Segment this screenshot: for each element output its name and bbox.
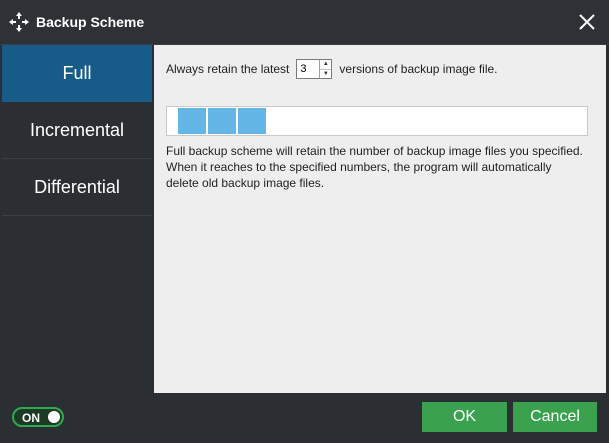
retain-count-value[interactable]: 3 bbox=[297, 60, 319, 78]
window-title: Backup Scheme bbox=[36, 14, 145, 30]
retained-versions-bar bbox=[166, 106, 588, 136]
retained-version-segment bbox=[178, 108, 206, 134]
toggle-knob bbox=[48, 411, 60, 423]
sidebar-item-differential[interactable]: Differential bbox=[2, 159, 152, 216]
retain-versions-row: Always retain the latest 3 ▲ ▼ versions … bbox=[166, 59, 498, 79]
retain-suffix-text: versions of backup image file. bbox=[339, 62, 498, 76]
backup-scheme-arrows-icon bbox=[9, 12, 29, 32]
scheme-sidebar: Full Incremental Differential bbox=[0, 45, 154, 393]
spinner-down-arrow-icon[interactable]: ▼ bbox=[320, 70, 331, 79]
scheme-content-panel: Always retain the latest 3 ▲ ▼ versions … bbox=[154, 45, 606, 393]
sidebar-item-incremental[interactable]: Incremental bbox=[2, 102, 152, 159]
cancel-button[interactable]: Cancel bbox=[513, 402, 597, 432]
sidebar-item-full[interactable]: Full bbox=[2, 45, 152, 102]
retained-version-segment bbox=[208, 108, 236, 134]
title-bar: Backup Scheme bbox=[0, 0, 609, 45]
sidebar-item-label: Differential bbox=[34, 176, 120, 197]
scheme-enable-toggle[interactable]: ON bbox=[12, 407, 64, 427]
spinner-arrows: ▲ ▼ bbox=[319, 60, 332, 79]
ok-button[interactable]: OK bbox=[422, 402, 507, 432]
sidebar-item-label: Incremental bbox=[29, 119, 125, 140]
scheme-description: Full backup scheme will retain the numbe… bbox=[166, 144, 583, 190]
sidebar-item-label: Full bbox=[62, 62, 92, 83]
spinner-up-arrow-icon[interactable]: ▲ bbox=[320, 60, 332, 70]
retain-prefix-text: Always retain the latest bbox=[166, 62, 290, 76]
dialog-footer: ON OK Cancel bbox=[0, 393, 609, 443]
retained-version-segment bbox=[238, 108, 266, 134]
close-icon bbox=[579, 14, 595, 30]
toggle-label: ON bbox=[22, 411, 40, 425]
retain-count-spinner[interactable]: 3 ▲ ▼ bbox=[296, 59, 333, 79]
close-button[interactable] bbox=[573, 8, 601, 36]
